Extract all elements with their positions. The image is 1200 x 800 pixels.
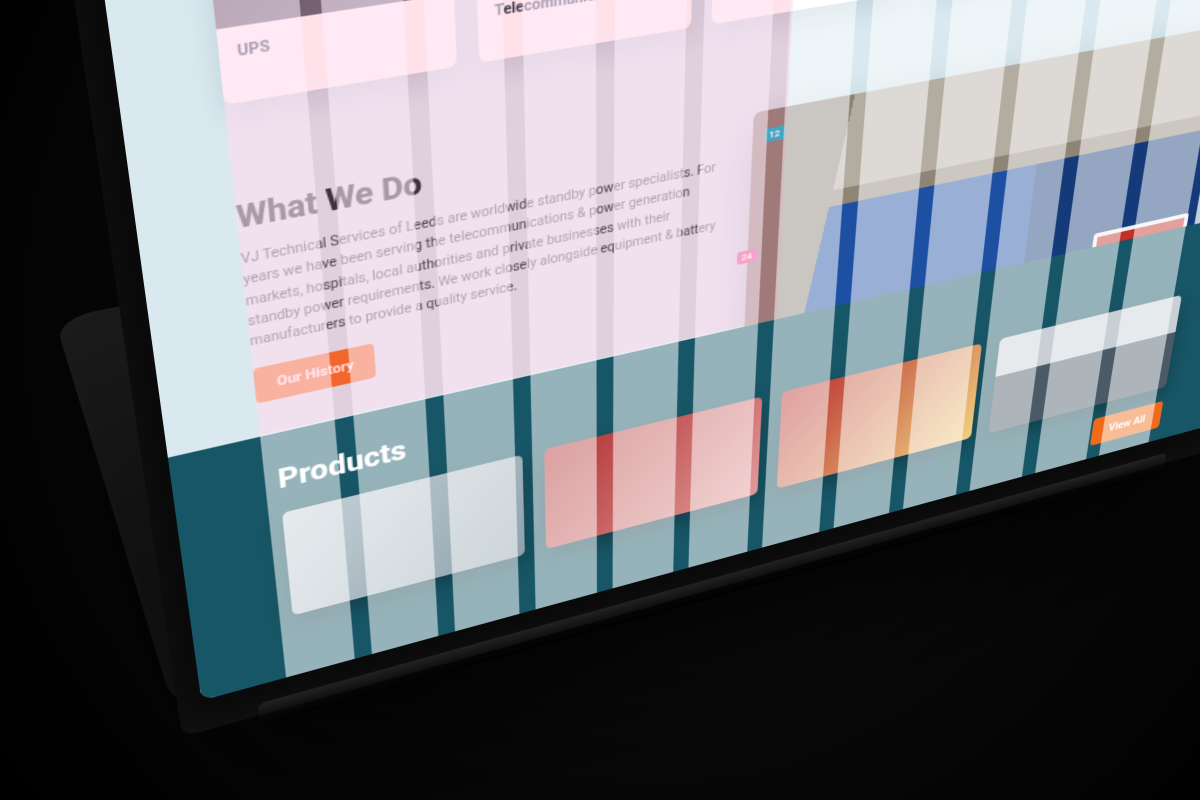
service-cards-row: UPS Telecommunications Electricity Suppl…	[203, 0, 1200, 104]
our-history-button[interactable]: Our History	[253, 343, 377, 404]
mockup-stage: escF1F2F3F4F5F6F7F8F9F10F11F12⏻ `1234567…	[0, 0, 1200, 800]
products-section: Products View All	[168, 212, 1200, 701]
grid-tint-region	[207, 0, 801, 436]
card-image	[203, 0, 454, 29]
spacing-badge: 12	[764, 125, 785, 142]
section-body: VJ Technical Services of Leeds are world…	[240, 157, 718, 352]
card-label: Telecommunications	[477, 0, 693, 43]
card-label: Electricity Supply and Distribution	[712, 0, 911, 24]
product-card[interactable]	[777, 343, 982, 488]
product-card[interactable]	[281, 455, 525, 616]
spacing-badge: 24	[736, 248, 757, 265]
products-heading: Products	[276, 434, 407, 496]
view-all-button[interactable]: View All	[1090, 401, 1164, 446]
laptop-lid: UPS Telecommunications Electricity Suppl…	[64, 0, 1200, 737]
service-card-electricity[interactable]: Electricity Supply and Distribution	[712, 0, 920, 24]
laptop: escF1F2F3F4F5F6F7F8F9F10F11F12⏻ `1234567…	[54, 158, 1200, 719]
service-card-ups[interactable]: UPS	[203, 0, 457, 104]
product-card[interactable]	[544, 396, 763, 549]
hero-image	[742, 25, 1200, 377]
what-we-do-section: What We Do VJ Technical Services of Leed…	[235, 110, 720, 404]
service-card-telecom[interactable]: Telecommunications	[473, 0, 696, 62]
card-label: UPS	[216, 0, 456, 85]
